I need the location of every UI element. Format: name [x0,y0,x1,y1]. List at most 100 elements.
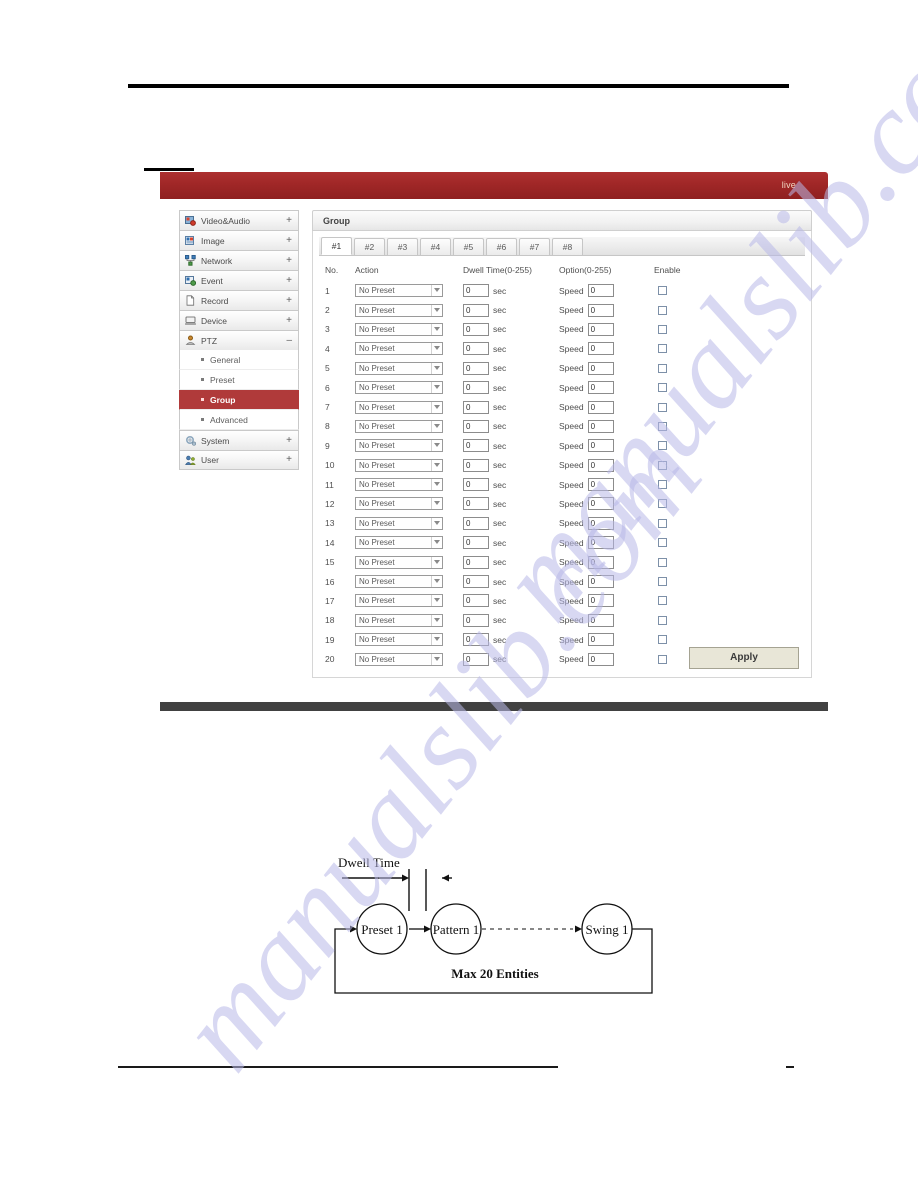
tab-group-7[interactable]: #7 [519,238,550,255]
action-select[interactable]: No Preset [355,419,443,433]
dwell-time-input[interactable]: 0 [463,439,489,453]
live-link[interactable]: live [782,180,796,190]
enable-checkbox[interactable] [658,344,667,354]
action-select[interactable]: No Preset [355,284,443,298]
enable-checkbox[interactable] [658,480,667,490]
action-select[interactable]: No Preset [355,536,443,550]
enable-checkbox[interactable] [658,305,667,315]
action-select[interactable]: No Preset [355,497,443,511]
option-speed-input[interactable]: 0 [587,575,614,589]
dwell-time-input[interactable]: 0 [463,458,489,472]
dwell-time-input[interactable]: 0 [463,594,489,608]
option-speed-input[interactable]: 0 [587,555,614,569]
option-speed-input[interactable]: 0 [587,458,614,472]
sidebar-item-ptz-preset[interactable]: Preset [179,370,299,390]
action-select[interactable]: No Preset [355,322,443,336]
action-select[interactable]: No Preset [355,478,443,492]
option-speed-input[interactable]: 0 [587,497,614,511]
enable-checkbox[interactable] [658,383,667,393]
sidebar-item-user[interactable]: User + [179,450,299,470]
action-select[interactable]: No Preset [355,516,443,530]
action-select[interactable]: No Preset [355,633,443,647]
tab-group-3[interactable]: #3 [387,238,418,255]
action-select[interactable]: No Preset [355,381,443,395]
tab-group-5[interactable]: #5 [453,238,484,255]
action-select[interactable]: No Preset [355,361,443,375]
option-speed-input[interactable]: 0 [587,516,614,530]
sidebar-item-ptz-group[interactable]: Group [179,390,299,410]
action-select[interactable]: No Preset [355,594,443,608]
sidebar-item-system[interactable]: System + [179,430,299,450]
tab-group-1[interactable]: #1 [321,237,352,255]
enable-checkbox[interactable] [658,635,667,645]
sidebar-item-record[interactable]: Record + [179,290,299,310]
enable-checkbox[interactable] [658,363,667,373]
option-speed-input[interactable]: 0 [587,342,614,356]
tab-group-4[interactable]: #4 [420,238,451,255]
dwell-time-input[interactable]: 0 [463,400,489,414]
enable-checkbox[interactable] [658,499,667,509]
action-select[interactable]: No Preset [355,575,443,589]
enable-checkbox[interactable] [658,286,667,296]
enable-checkbox[interactable] [658,421,667,431]
expand-plus-icon[interactable]: + [286,315,292,326]
dwell-time-input[interactable]: 0 [463,652,489,666]
sidebar-item-ptz-advanced[interactable]: Advanced [179,410,299,430]
enable-checkbox[interactable] [658,538,667,548]
action-select[interactable]: No Preset [355,652,443,666]
expand-plus-icon[interactable]: + [286,275,292,286]
apply-button[interactable]: Apply [689,646,799,669]
option-speed-input[interactable]: 0 [587,303,614,317]
enable-checkbox[interactable] [658,615,667,625]
enable-checkbox[interactable] [658,577,667,587]
dwell-time-input[interactable]: 0 [463,516,489,530]
action-select[interactable]: No Preset [355,439,443,453]
action-select[interactable]: No Preset [355,400,443,414]
expand-plus-icon[interactable]: + [286,295,292,306]
option-speed-input[interactable]: 0 [587,400,614,414]
sidebar-item-video-audio[interactable]: Video&Audio + [179,210,299,230]
dwell-time-input[interactable]: 0 [463,419,489,433]
expand-plus-icon[interactable]: + [286,235,292,246]
dwell-time-input[interactable]: 0 [463,303,489,317]
tab-group-8[interactable]: #8 [552,238,583,255]
dwell-time-input[interactable]: 0 [463,613,489,627]
option-speed-input[interactable]: 0 [587,322,614,336]
enable-checkbox[interactable] [658,324,667,334]
tab-group-6[interactable]: #6 [486,238,517,255]
option-speed-input[interactable]: 0 [587,381,614,395]
dwell-time-input[interactable]: 0 [463,322,489,336]
dwell-time-input[interactable]: 0 [463,284,489,298]
enable-checkbox[interactable] [658,460,667,470]
sidebar-item-network[interactable]: Network + [179,250,299,270]
option-speed-input[interactable]: 0 [587,361,614,375]
option-speed-input[interactable]: 0 [587,594,614,608]
enable-checkbox[interactable] [658,518,667,528]
action-select[interactable]: No Preset [355,303,443,317]
dwell-time-input[interactable]: 0 [463,381,489,395]
action-select[interactable]: No Preset [355,458,443,472]
tab-group-2[interactable]: #2 [354,238,385,255]
option-speed-input[interactable]: 0 [587,439,614,453]
enable-checkbox[interactable] [658,402,667,412]
option-speed-input[interactable]: 0 [587,478,614,492]
option-speed-input[interactable]: 0 [587,633,614,647]
expand-plus-icon[interactable]: + [286,455,292,465]
collapse-minus-icon[interactable]: – [286,335,292,346]
dwell-time-input[interactable]: 0 [463,536,489,550]
option-speed-input[interactable]: 0 [587,419,614,433]
expand-plus-icon[interactable]: + [286,435,292,446]
dwell-time-input[interactable]: 0 [463,478,489,492]
enable-checkbox[interactable] [658,441,667,451]
sidebar-item-event[interactable]: Event + [179,270,299,290]
dwell-time-input[interactable]: 0 [463,555,489,569]
action-select[interactable]: No Preset [355,613,443,627]
expand-plus-icon[interactable]: + [286,255,292,266]
expand-plus-icon[interactable]: + [286,215,292,226]
option-speed-input[interactable]: 0 [587,536,614,550]
dwell-time-input[interactable]: 0 [463,497,489,511]
enable-checkbox[interactable] [658,557,667,567]
action-select[interactable]: No Preset [355,342,443,356]
option-speed-input[interactable]: 0 [587,652,614,666]
option-speed-input[interactable]: 0 [587,284,614,298]
